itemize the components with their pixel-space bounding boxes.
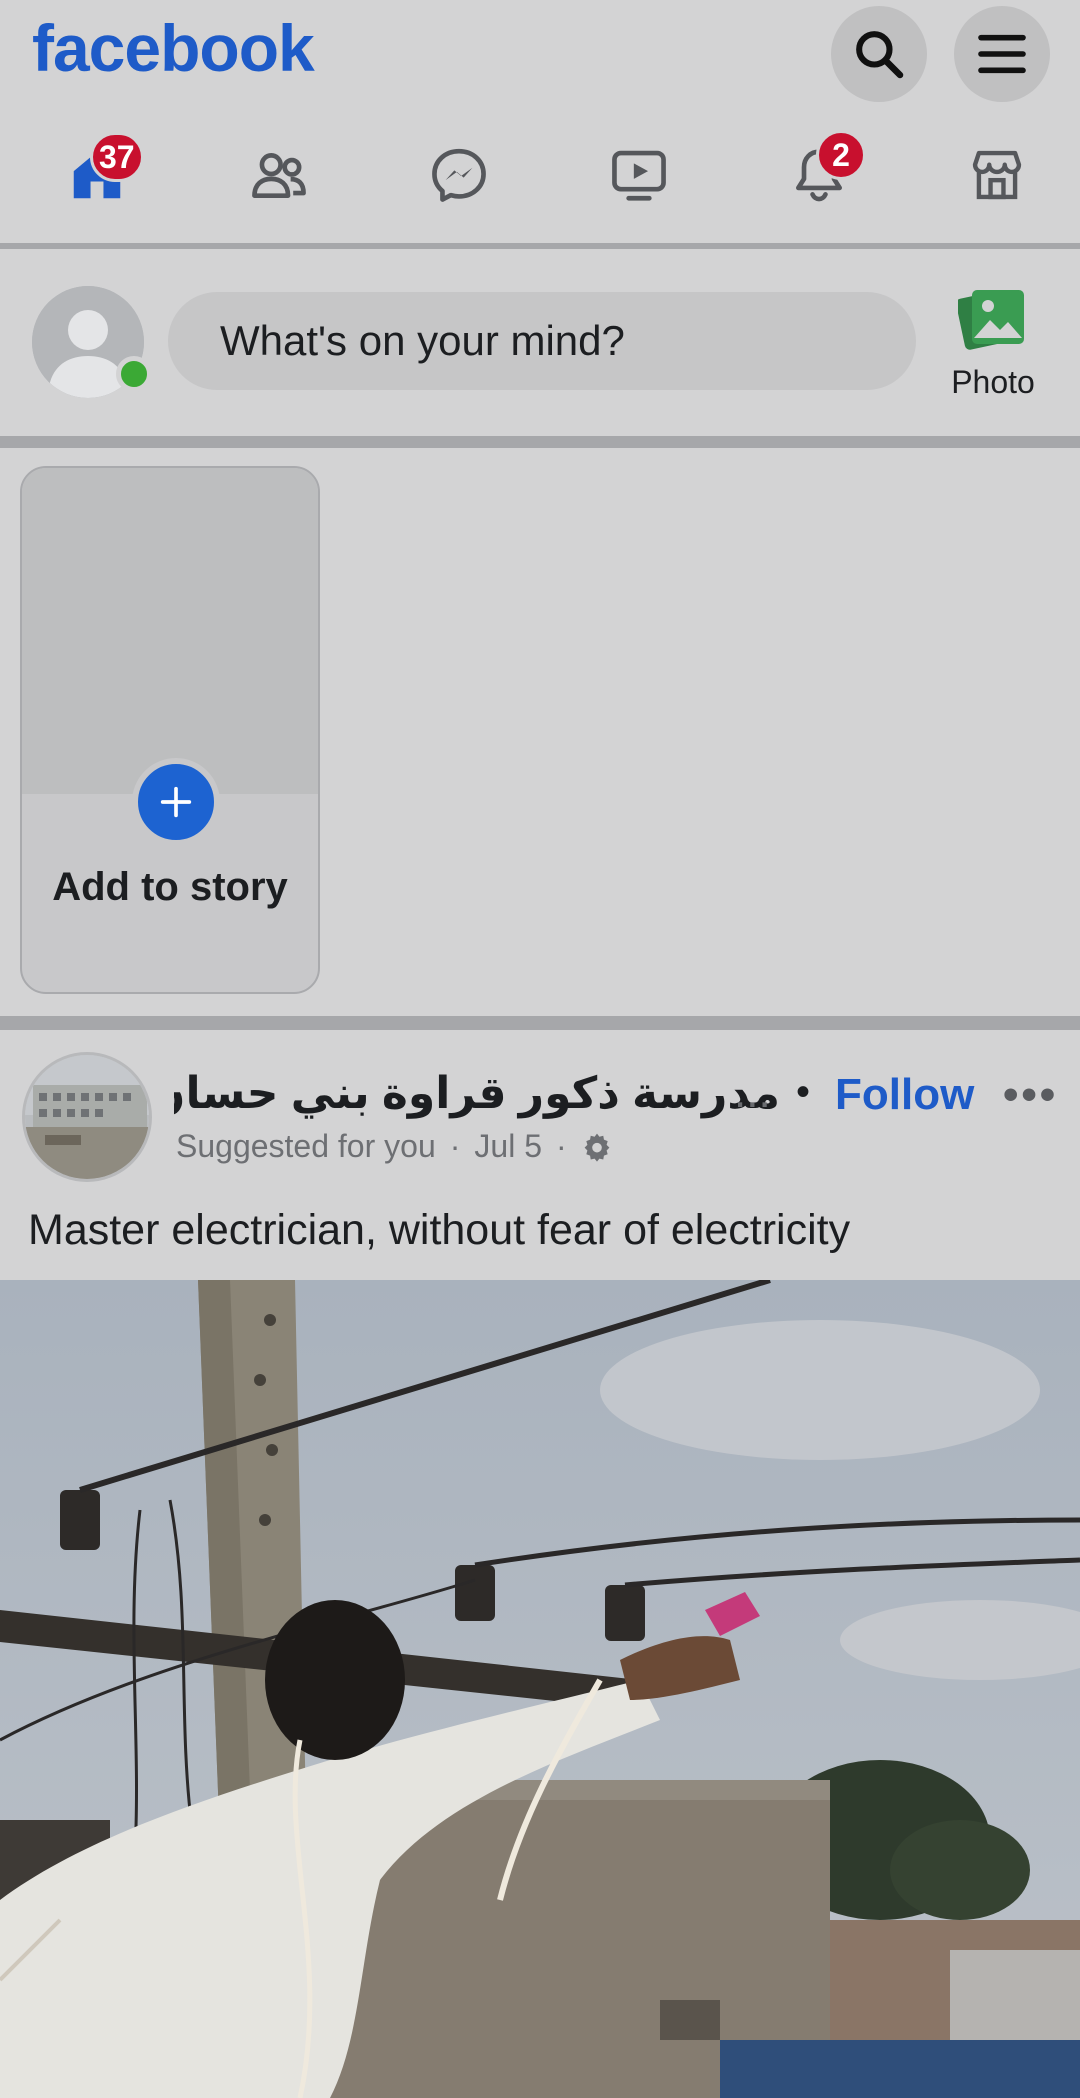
meta-separator: · bbox=[555, 1128, 567, 1164]
photo-label: Photo bbox=[951, 364, 1035, 400]
menu-icon bbox=[978, 34, 1026, 74]
add-story-button[interactable] bbox=[132, 758, 220, 846]
suggested-label: Suggested for you bbox=[176, 1128, 436, 1164]
tab-friends[interactable] bbox=[224, 130, 334, 220]
divider bbox=[0, 243, 1080, 249]
whats-on-your-mind-input[interactable]: What's on your mind? bbox=[168, 292, 916, 390]
composer-placeholder: What's on your mind? bbox=[220, 317, 625, 364]
tab-messenger[interactable] bbox=[404, 130, 514, 220]
page-name[interactable]: مدرسة ذكور قراوة بني حسان ا bbox=[174, 1068, 780, 1119]
post-meta: Suggested for you · Jul 5 · bbox=[176, 1128, 613, 1165]
add-to-story-card[interactable]: Add to story bbox=[20, 466, 320, 994]
notifications-badge: 2 bbox=[816, 130, 866, 180]
messenger-icon bbox=[432, 148, 486, 202]
tab-notifications[interactable]: 2 bbox=[764, 130, 874, 220]
marketplace-icon bbox=[972, 150, 1022, 200]
page-name-ellipsis: ... bbox=[734, 1068, 771, 1117]
search-button[interactable] bbox=[831, 6, 927, 102]
post-date[interactable]: Jul 5 bbox=[474, 1128, 542, 1165]
story-card-preview bbox=[22, 468, 318, 794]
add-to-story-label: Add to story bbox=[52, 865, 288, 909]
separator-dot: • bbox=[796, 1070, 811, 1114]
search-icon bbox=[856, 31, 904, 79]
page-avatar[interactable] bbox=[22, 1052, 152, 1182]
divider bbox=[0, 1016, 1080, 1030]
electrician-photo bbox=[0, 1280, 1080, 2098]
online-status-dot bbox=[116, 356, 152, 392]
tab-home[interactable]: 37 bbox=[42, 130, 152, 220]
tab-marketplace[interactable] bbox=[942, 130, 1052, 220]
divider bbox=[0, 436, 1080, 448]
plus-icon bbox=[160, 786, 192, 818]
photo-icon bbox=[958, 290, 1024, 350]
more-options-button[interactable]: ••• bbox=[1003, 1070, 1058, 1120]
follow-button[interactable]: Follow bbox=[835, 1070, 974, 1120]
friends-icon bbox=[252, 153, 306, 198]
meta-separator: · bbox=[449, 1128, 461, 1164]
school-building-image bbox=[25, 1055, 149, 1179]
video-icon bbox=[612, 150, 666, 201]
facebook-logo[interactable]: facebook bbox=[32, 10, 315, 86]
tab-watch[interactable] bbox=[584, 130, 694, 220]
post-caption: Master electrician, without fear of elec… bbox=[28, 1206, 851, 1254]
settings-gear-icon[interactable] bbox=[581, 1131, 613, 1163]
menu-button[interactable] bbox=[954, 6, 1050, 102]
home-badge: 37 bbox=[90, 132, 144, 182]
post-video-thumbnail[interactable] bbox=[0, 1280, 1080, 2098]
